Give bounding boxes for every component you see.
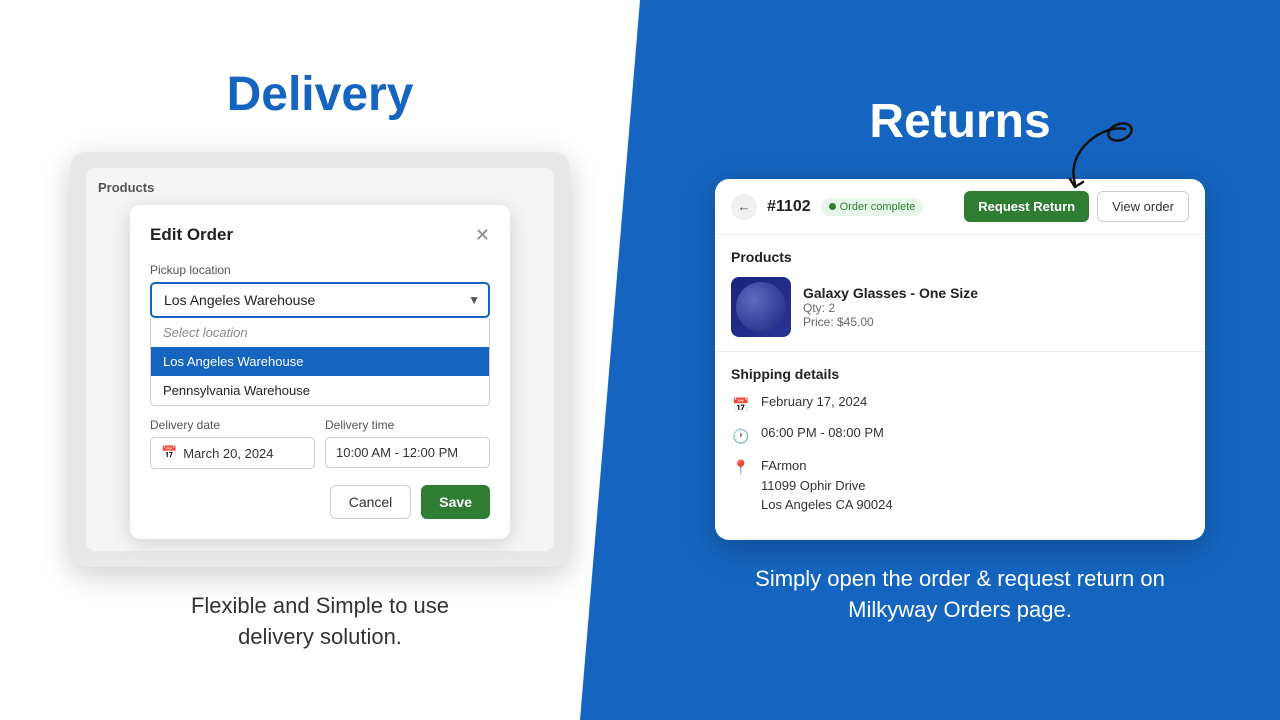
delivery-date-label: Delivery date [150,418,315,432]
status-badge: Order complete [821,198,924,216]
delivery-row: Delivery date 📅 March 20, 2024 Delivery … [150,418,490,469]
shipping-section: Shipping details 📅 February 17, 2024 🕐 0… [715,352,1205,540]
product-image [731,277,791,337]
tablet-mockup: Products Edit Order ✕ Pickup location Lo… [70,152,570,567]
shipping-address-row: 📍 FArmon 11099 Ophir Drive Los Angeles C… [731,456,1189,515]
delivery-time-label: Delivery time [325,418,490,432]
tablet-topbar: Products [98,180,542,195]
delivery-date-value: March 20, 2024 [183,446,273,461]
close-button[interactable]: ✕ [475,226,490,244]
product-price: Price: $45.00 [803,315,1189,329]
shipping-address-line1: 11099 Ophir Drive [761,476,893,496]
shipping-time-row: 🕐 06:00 PM - 08:00 PM [731,425,1189,446]
right-description: Simply open the order & request return o… [750,564,1170,626]
calendar-icon: 📅 [161,445,177,461]
shipping-address: FArmon 11099 Ophir Drive Los Angeles CA … [761,456,893,515]
shipping-heading: Shipping details [731,366,1189,382]
right-panel: Returns ← #1102 Order complete Request R… [640,0,1280,720]
back-button[interactable]: ← [731,194,757,220]
modal-footer: Cancel Save [150,485,490,519]
products-section: Products Galaxy Glasses - One Size Qty: … [715,235,1205,352]
shipping-name: FArmon [761,456,893,476]
header-actions: Request Return View order [964,191,1189,222]
annotation-area: ← #1102 Order complete Request Return Vi… [715,179,1205,540]
product-image-inner [736,282,786,332]
delivery-date-input[interactable]: 📅 March 20, 2024 [150,437,315,469]
left-description: Flexible and Simple to usedelivery solut… [191,591,449,653]
delivery-time-wrapper: 10:00 AM - 12:00 PM [325,437,490,468]
product-row: Galaxy Glasses - One Size Qty: 2 Price: … [731,277,1189,337]
modal-header: Edit Order ✕ [150,225,490,245]
pickup-label: Pickup location [150,263,490,277]
shipping-date-row: 📅 February 17, 2024 [731,394,1189,415]
order-card-header: ← #1102 Order complete Request Return Vi… [715,179,1205,235]
clock-icon: 🕐 [731,426,751,446]
dropdown-item-la[interactable]: Los Angeles Warehouse [151,347,489,376]
shipping-time: 06:00 PM - 08:00 PM [761,425,884,440]
delivery-time-select[interactable]: 10:00 AM - 12:00 PM [325,437,490,468]
status-text: Order complete [840,201,916,213]
product-name: Galaxy Glasses - One Size [803,285,1189,301]
tablet-inner: Products Edit Order ✕ Pickup location Lo… [86,168,554,551]
shipping-address-line2: Los Angeles CA 90024 [761,495,893,515]
pickup-select[interactable]: Los Angeles Warehouse [150,282,490,318]
dropdown-header: Select location [151,318,489,347]
left-title: Delivery [227,67,414,122]
pickup-dropdown: Select location Los Angeles Warehouse Pe… [150,318,490,406]
cancel-button[interactable]: Cancel [330,485,412,519]
calendar-icon: 📅 [731,395,751,415]
save-button[interactable]: Save [421,485,490,519]
product-qty: Qty: 2 [803,301,1189,315]
shipping-date: February 17, 2024 [761,394,867,409]
pickup-select-wrapper: Los Angeles Warehouse ▼ [150,282,490,318]
order-number: #1102 [767,198,811,216]
status-dot [829,203,836,210]
view-order-button[interactable]: View order [1097,191,1189,222]
request-return-button[interactable]: Request Return [964,191,1089,222]
delivery-time-col: Delivery time 10:00 AM - 12:00 PM [325,418,490,469]
left-panel: Delivery Products Edit Order ✕ Pickup lo… [0,0,640,720]
product-info: Galaxy Glasses - One Size Qty: 2 Price: … [803,285,1189,329]
edit-order-modal: Edit Order ✕ Pickup location Los Angeles… [130,205,510,539]
order-card: ← #1102 Order complete Request Return Vi… [715,179,1205,540]
products-heading: Products [731,249,1189,265]
modal-title: Edit Order [150,225,233,245]
delivery-date-col: Delivery date 📅 March 20, 2024 [150,418,315,469]
right-title: Returns [869,94,1050,149]
dropdown-item-pa[interactable]: Pennsylvania Warehouse [151,376,489,405]
location-icon: 📍 [731,457,751,477]
